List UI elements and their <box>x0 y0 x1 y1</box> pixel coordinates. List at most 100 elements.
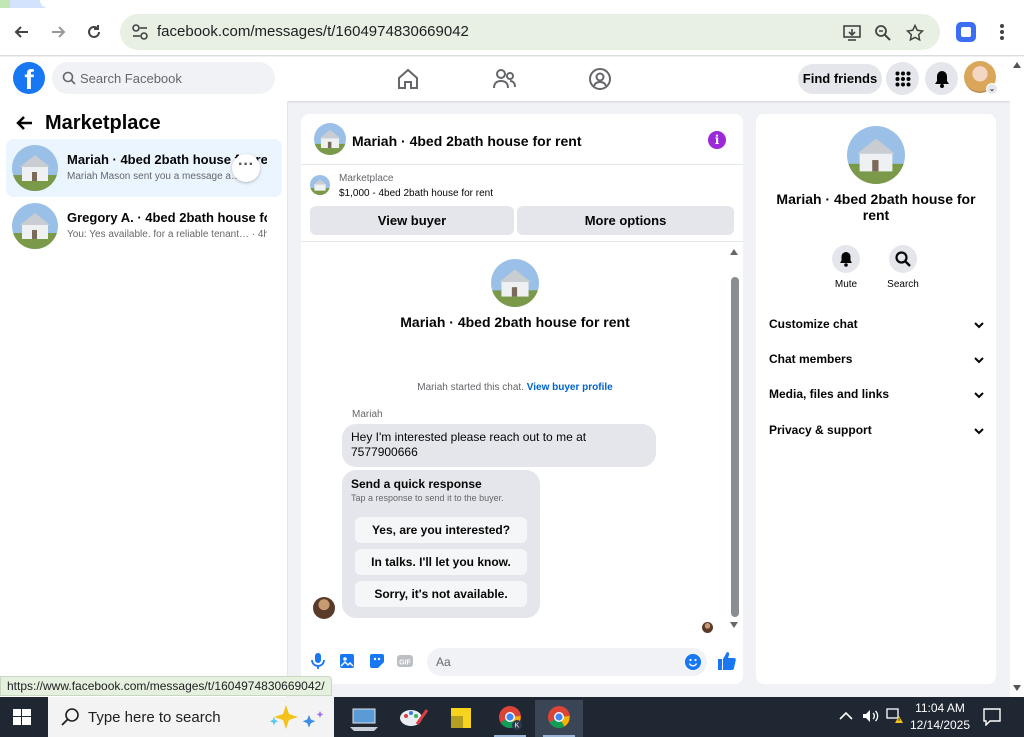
view-buyer-profile-link[interactable]: View buyer profile <box>527 382 613 393</box>
quick-response-button[interactable]: Sorry, it's not available. <box>355 581 527 607</box>
scrollbar-thumb[interactable] <box>731 277 739 617</box>
customize-chat-section[interactable]: Customize chat <box>769 317 985 337</box>
scroll-down-arrow-icon[interactable] <box>730 622 738 628</box>
message-thread[interactable]: Mariah · 4bed 2bath house for rent Maria… <box>301 243 743 633</box>
listing-price[interactable]: $1,000 - 4bed 2bath house for rent <box>339 188 493 199</box>
svg-text:K: K <box>515 723 520 730</box>
notification-center-icon[interactable] <box>983 708 1001 726</box>
sender-avatar[interactable] <box>313 597 335 619</box>
message-composer: GIF Aa <box>301 641 743 681</box>
listing-summary: Marketplace $1,000 - 4bed 2bath house fo… <box>301 166 743 242</box>
sticker-icon[interactable] <box>368 652 386 670</box>
find-friends-button[interactable]: Find friends <box>798 64 882 94</box>
zoom-icon[interactable] <box>872 22 894 44</box>
marketplace-conversations-panel: Marketplace Mariah · 4bed 2bath house fo… <box>0 101 288 697</box>
taskbar-search-placeholder: Type here to search <box>88 709 221 726</box>
friends-icon[interactable] <box>491 66 517 92</box>
photo-icon[interactable] <box>338 652 356 670</box>
conversation-more-options-button[interactable]: ··· <box>232 154 260 182</box>
url-text[interactable]: facebook.com/messages/t/1604974830669042 <box>157 23 469 40</box>
view-buyer-button[interactable]: View buyer <box>310 206 514 235</box>
windows-start-icon[interactable] <box>13 709 31 725</box>
quick-response-subtitle: Tap a response to send it to the buyer. <box>351 493 504 503</box>
more-options-button[interactable]: More options <box>517 206 734 235</box>
groups-icon[interactable] <box>587 66 613 92</box>
conversation-name: Gregory A. · 4bed 2bath house for… <box>67 210 267 225</box>
active-tab[interactable] <box>40 0 1024 8</box>
facebook-logo-icon[interactable]: f <box>13 62 45 94</box>
gif-icon[interactable]: GIF <box>396 652 414 670</box>
scroll-up-arrow-icon[interactable] <box>1013 62 1021 68</box>
details-listing-thumbnail[interactable] <box>847 126 905 184</box>
info-icon[interactable]: i <box>708 131 726 149</box>
taskbar-clock[interactable]: 11:04 AM 12/14/2025 <box>906 700 974 734</box>
search-in-conversation-button[interactable] <box>889 245 917 273</box>
tab-group-indicator[interactable] <box>0 0 10 8</box>
taskbar-app-paint[interactable] <box>389 700 437 737</box>
chat-header: Mariah · 4bed 2bath house for rent i <box>301 114 743 165</box>
copilot-sparkle-icon[interactable] <box>264 703 326 731</box>
scroll-up-arrow-icon[interactable] <box>730 249 738 255</box>
quick-response-button[interactable]: In talks. I'll let you know. <box>355 549 527 575</box>
chevron-down-icon <box>974 392 984 399</box>
conversation-item[interactable]: Gregory A. · 4bed 2bath house for… You: … <box>6 197 282 255</box>
taskbar-app-sticky-notes[interactable] <box>437 700 485 737</box>
search-icon <box>61 708 79 726</box>
taskbar-search-box[interactable]: Type here to search <box>48 697 334 737</box>
like-thumbs-up-icon[interactable] <box>717 651 737 671</box>
link-status-bubble: https://www.facebook.com/messages/t/1604… <box>0 676 332 696</box>
extension-icon[interactable] <box>956 22 976 42</box>
incoming-message-bubble: Hey I'm interested please reach out to m… <box>342 424 656 467</box>
browser-menu-icon[interactable] <box>992 22 1012 42</box>
quick-response-button[interactable]: Yes, are you interested? <box>355 517 527 543</box>
mute-button[interactable] <box>832 245 860 273</box>
chat-started-notice: Mariah started this chat. View buyer pro… <box>301 382 729 393</box>
forward-icon[interactable] <box>46 20 70 44</box>
notifications-bell-icon[interactable] <box>925 62 958 95</box>
microphone-icon[interactable] <box>309 652 327 670</box>
thread-scrollbar[interactable] <box>728 247 740 628</box>
taskbar-app-chrome-active[interactable] <box>535 700 583 737</box>
back-icon[interactable] <box>10 20 34 44</box>
chat-members-section[interactable]: Chat members <box>769 352 985 372</box>
network-warning-icon[interactable] <box>886 708 904 724</box>
conversation-preview: You: Yes available. for a reliable tenan… <box>67 229 267 240</box>
facebook-search-input[interactable]: Search Facebook <box>52 62 275 94</box>
browser-toolbar: facebook.com/messages/t/1604974830669042 <box>0 8 1024 56</box>
clock-time: 11:04 AM <box>915 701 965 715</box>
install-app-icon[interactable] <box>841 22 863 44</box>
search-label: Search <box>887 279 919 290</box>
reload-icon[interactable] <box>82 20 106 44</box>
clock-date: 12/14/2025 <box>909 718 971 732</box>
search-placeholder: Search Facebook <box>80 71 182 86</box>
taskbar-app-chrome-profile[interactable]: K <box>486 700 534 737</box>
emoji-icon[interactable] <box>685 654 701 670</box>
address-bar[interactable]: facebook.com/messages/t/1604974830669042 <box>120 14 940 50</box>
account-chevron-down-icon[interactable]: ⌄ <box>986 83 998 95</box>
quick-response-title: Send a quick response <box>351 477 482 491</box>
tab-strip <box>0 0 1024 8</box>
media-files-links-section[interactable]: Media, files and links <box>769 387 985 407</box>
details-title: Mariah · 4bed 2bath house for rent <box>776 191 976 223</box>
chat-title[interactable]: Mariah · 4bed 2bath house for rent <box>352 133 581 149</box>
tray-overflow-chevron-up-icon[interactable] <box>839 711 853 721</box>
page-scrollbar[interactable] <box>1010 57 1024 697</box>
conversation-item[interactable]: Mariah · 4bed 2bath house for rent Maria… <box>6 139 282 197</box>
chat-listing-thumbnail[interactable] <box>314 123 346 155</box>
scroll-down-arrow-icon[interactable] <box>1013 685 1021 691</box>
section-label: Media, files and links <box>769 387 890 401</box>
back-arrow-icon[interactable] <box>16 114 34 138</box>
site-settings-icon[interactable] <box>130 22 150 42</box>
listing-house-thumbnail <box>12 145 58 191</box>
section-label: Privacy & support <box>769 423 872 437</box>
home-icon[interactable] <box>395 66 421 92</box>
taskbar-app-computer[interactable] <box>340 700 388 737</box>
chevron-down-icon <box>974 428 984 435</box>
volume-icon[interactable] <box>862 709 880 723</box>
message-input[interactable]: Aa <box>427 648 707 676</box>
bookmark-star-icon[interactable] <box>904 22 926 44</box>
listing-house-thumbnail <box>12 203 58 249</box>
chevron-down-icon <box>974 357 984 364</box>
menu-grid-icon[interactable] <box>886 62 919 95</box>
privacy-support-section[interactable]: Privacy & support <box>769 423 985 443</box>
